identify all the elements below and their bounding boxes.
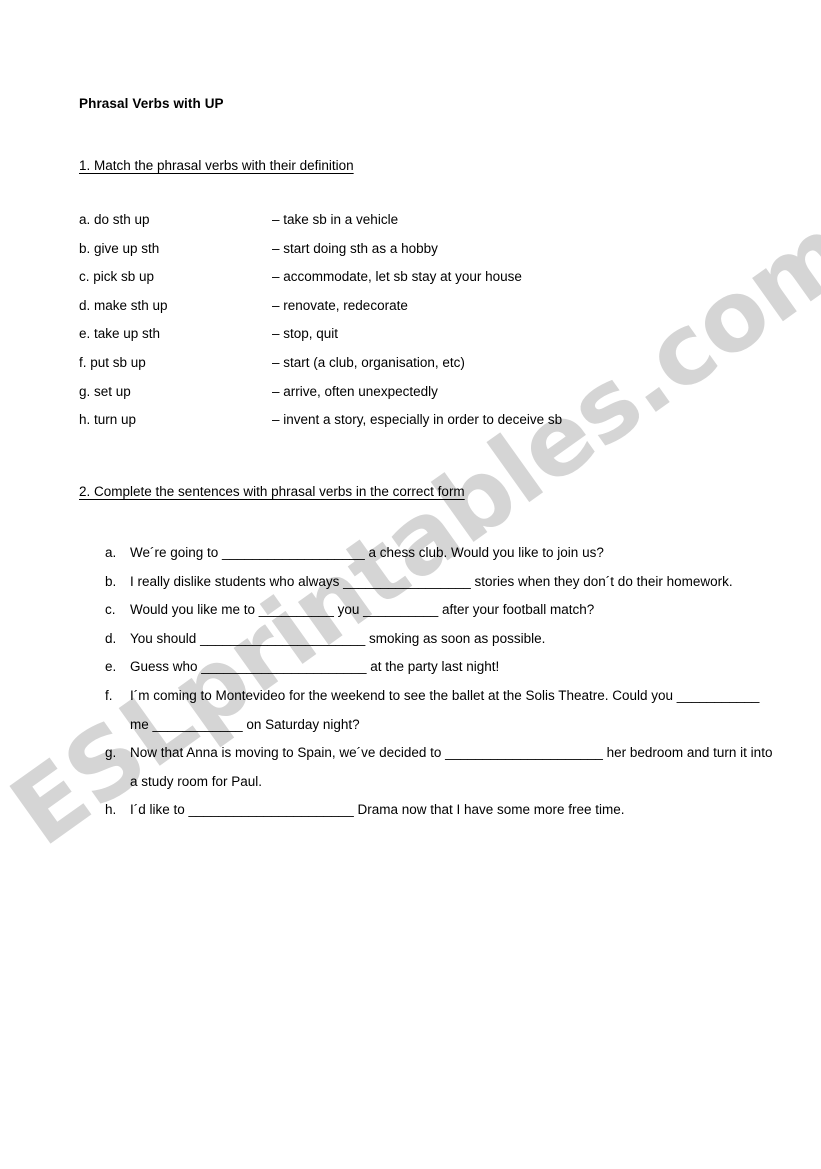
page-title: Phrasal Verbs with UP bbox=[79, 96, 224, 111]
gap-fill-item: b. I really dislike students who always _… bbox=[105, 568, 777, 597]
gap-fill-marker: c. bbox=[105, 602, 116, 618]
gap-fill-marker: a. bbox=[105, 545, 117, 560]
match-definition: – arrive, often unexpectedly bbox=[272, 383, 438, 399]
match-term: f. put sb up bbox=[79, 354, 146, 370]
exercise-2-heading: 2. Complete the sentences with phrasal v… bbox=[79, 484, 465, 499]
gap-fill-item: g. Now that Anna is moving to Spain, we´v… bbox=[105, 739, 777, 796]
match-definition: – start doing sth as a hobby bbox=[272, 240, 438, 256]
gap-fill-item: h. I´d like to ______________________ Dra… bbox=[105, 796, 777, 825]
match-row: e. take up sth – stop, quit bbox=[79, 326, 739, 355]
match-definition: – stop, quit bbox=[272, 326, 339, 342]
gap-fill-sentence: You should ______________________ smokin… bbox=[130, 630, 546, 646]
match-term: c. pick sb up bbox=[79, 269, 155, 285]
match-definition: – take sb in a vehicle bbox=[272, 212, 399, 227]
worksheet-page: ESLprintables.com Phrasal Verbs with UP … bbox=[0, 0, 821, 1169]
match-term: h. turn up bbox=[79, 412, 137, 428]
gap-fill-sentence: Guess who ______________________ at the … bbox=[130, 659, 500, 675]
match-row: h. turn up – invent a story, especially i… bbox=[79, 412, 739, 441]
match-term: g. set up bbox=[79, 383, 131, 399]
exercise-1-heading: 1. Match the phrasal verbs with their de… bbox=[79, 158, 354, 173]
gap-fill-item: e. Guess who ______________________ at th… bbox=[105, 653, 777, 682]
gap-fill-marker: b. bbox=[105, 573, 117, 589]
match-definition: – accommodate, let sb stay at your house bbox=[272, 269, 522, 285]
gap-fill-marker: e. bbox=[105, 659, 117, 675]
match-term: e. take up sth bbox=[79, 326, 161, 342]
gap-fill-item: a. We´re going to ___________________ a c… bbox=[105, 539, 777, 568]
gap-fill-item: d. You should ______________________ smok… bbox=[105, 625, 777, 654]
match-row: f. put sb up – start (a club, organisatio… bbox=[79, 355, 739, 384]
gap-fill-marker: f. bbox=[105, 687, 113, 703]
gap-fill-sentence: I´d like to ______________________ Drama… bbox=[130, 802, 625, 818]
match-term: a. do sth up bbox=[79, 212, 150, 227]
match-row: b. give up sth – start doing sth as a hob… bbox=[79, 241, 739, 270]
gap-fill-marker: g. bbox=[105, 745, 117, 761]
gap-fill-sentence: I really dislike students who always ___… bbox=[130, 573, 733, 589]
gap-fill-item: f. I´m coming to Montevideo for the weeke… bbox=[105, 682, 777, 739]
match-row: g. set up – arrive, often unexpectedly bbox=[79, 384, 739, 413]
gap-fill-item: c. Would you like me to __________ you __… bbox=[105, 596, 777, 625]
gap-fill-sentence: We´re going to ___________________ a che… bbox=[130, 545, 604, 560]
match-definition: – start (a club, organisation, etc) bbox=[272, 354, 465, 370]
gap-fill-exercise-list: a. We´re going to ___________________ a c… bbox=[105, 539, 777, 825]
gap-fill-marker: h. bbox=[105, 802, 117, 818]
match-term: d. make sth up bbox=[79, 297, 168, 313]
gap-fill-sentence: Now that Anna is moving to Spain, we´ve … bbox=[130, 745, 773, 789]
worksheet-content: Phrasal Verbs with UP 1. Match the phras… bbox=[0, 0, 821, 1169]
match-definition: – renovate, redecorate bbox=[272, 297, 408, 313]
gap-fill-sentence: I´m coming to Montevideo for the weekend… bbox=[130, 687, 760, 732]
match-row: d. make sth up – renovate, redecorate bbox=[79, 298, 739, 327]
gap-fill-marker: d. bbox=[105, 630, 117, 646]
match-row: c. pick sb up – accommodate, let sb stay … bbox=[79, 269, 739, 298]
match-definition: – invent a story, especially in order to… bbox=[272, 412, 563, 428]
matching-exercise-list: a. do sth up – take sb in a vehicle b. giv… bbox=[79, 212, 739, 441]
match-term: b. give up sth bbox=[79, 240, 160, 256]
gap-fill-sentence: Would you like me to __________ you ____… bbox=[130, 602, 595, 618]
match-row: a. do sth up – take sb in a vehicle bbox=[79, 212, 739, 241]
